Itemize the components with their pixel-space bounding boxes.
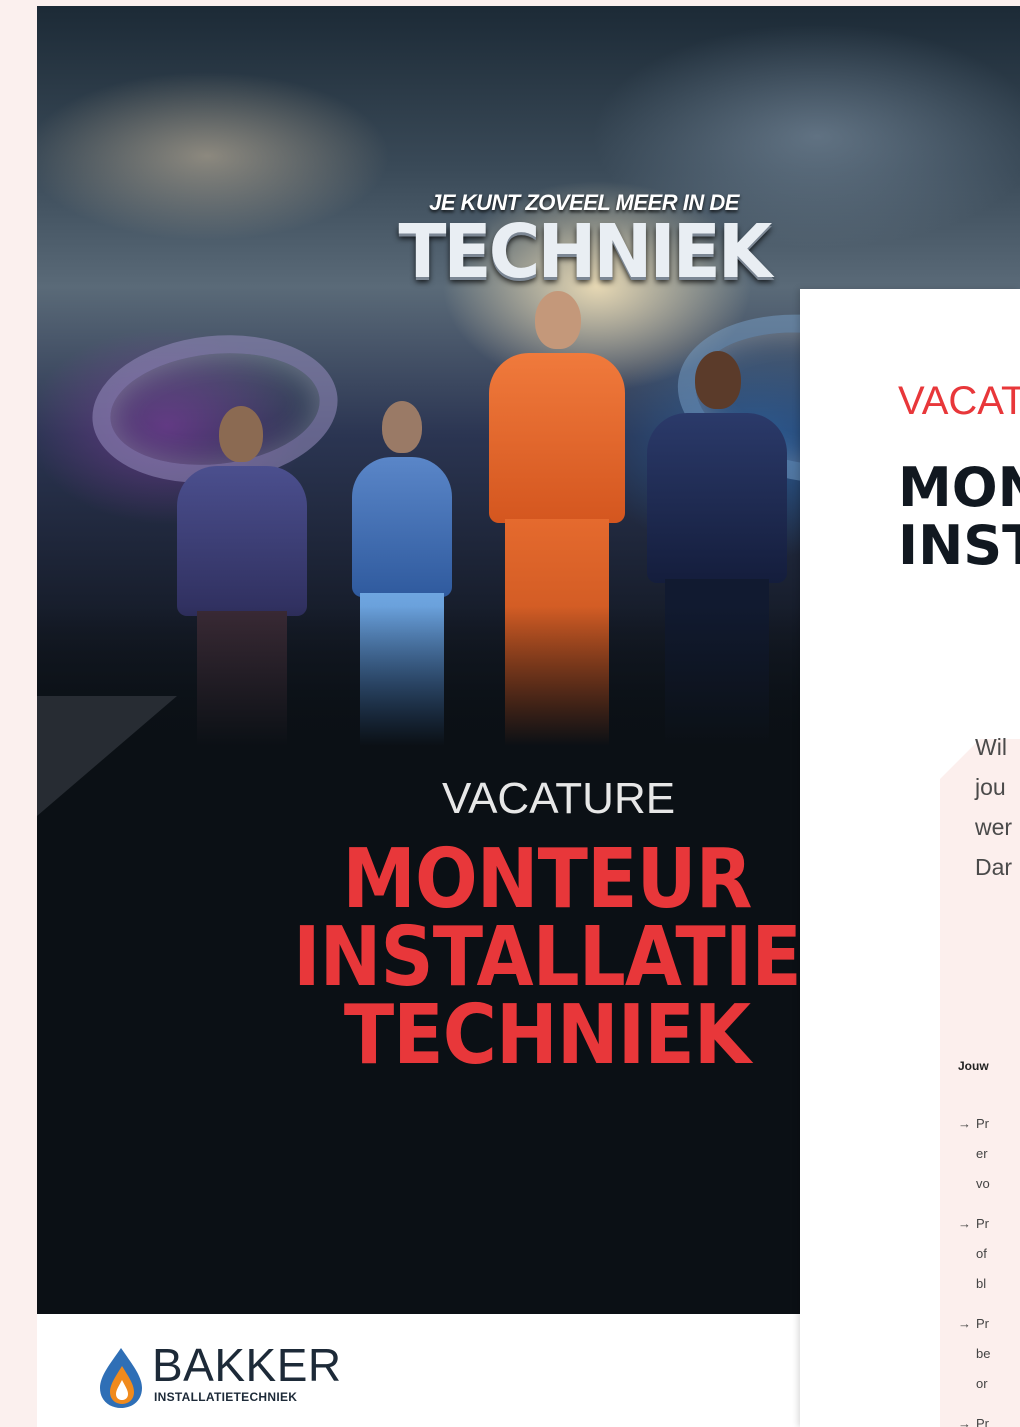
section-heading: Jouw xyxy=(958,1059,989,1073)
arrow-right-icon: → xyxy=(958,1116,971,1131)
detail-title-line: INST xyxy=(898,514,1020,577)
vacancy-page-detail: VACAT MON INST Wil jou wer Dar Jouw → Pr… xyxy=(800,289,1020,1427)
list-item-line: bl xyxy=(976,1276,987,1291)
vacature-label: VACATURE xyxy=(442,774,676,823)
detail-title-line: MON xyxy=(898,456,1020,519)
intro-text: Wil jou wer Dar xyxy=(975,727,1012,887)
detail-job-title: MON INST xyxy=(898,459,1020,575)
campaign-slogan: JE KUNT ZOVEEL MEER IN DE TECHNIEK xyxy=(349,190,819,292)
list-item-line: vo xyxy=(976,1176,990,1191)
intro-line: wer xyxy=(975,814,1013,840)
detail-vacature-label: VACAT xyxy=(898,379,1020,423)
flame-drop-icon xyxy=(100,1348,142,1408)
logo-subtitle: INSTALLATIETECHNIEK xyxy=(154,1390,298,1404)
arrow-right-icon: → xyxy=(958,1316,971,1331)
intro-line: Wil xyxy=(975,734,1007,760)
list-item: → Pr of bl xyxy=(958,1209,990,1309)
list-item-line: be xyxy=(976,1346,991,1361)
job-title: MONTEUR INSTALLATIE TECHNIEK xyxy=(217,832,877,1083)
list-item: → Pr xyxy=(958,1409,990,1427)
list-item-line: er xyxy=(976,1146,988,1161)
job-title-line: TECHNIEK xyxy=(343,988,751,1083)
job-title-line: MONTEUR xyxy=(342,832,752,927)
company-logo: BAKKER INSTALLATIETECHNIEK xyxy=(96,1340,396,1420)
responsibility-list: → Pr er vo → Pr of bl → Pr be or → Pr xyxy=(958,1109,990,1427)
technician-figure-suit xyxy=(637,351,797,746)
technician-figure-purple xyxy=(167,406,317,746)
technician-figure-blue xyxy=(342,401,462,746)
list-item-line: or xyxy=(976,1376,988,1391)
arrow-right-icon: → xyxy=(958,1216,971,1231)
list-item-line: of xyxy=(976,1246,987,1261)
job-title-line: INSTALLATIE xyxy=(293,910,802,1005)
technician-figure-orange xyxy=(477,291,637,746)
list-item: → Pr er vo xyxy=(958,1109,990,1209)
intro-line: jou xyxy=(975,774,1006,800)
intro-line: Dar xyxy=(975,854,1013,880)
arrow-right-icon: → xyxy=(958,1416,971,1427)
logo-wordmark: BAKKER xyxy=(152,1339,342,1391)
list-item: → Pr be or xyxy=(958,1309,990,1409)
slogan-line-2: TECHNIEK xyxy=(398,209,772,295)
